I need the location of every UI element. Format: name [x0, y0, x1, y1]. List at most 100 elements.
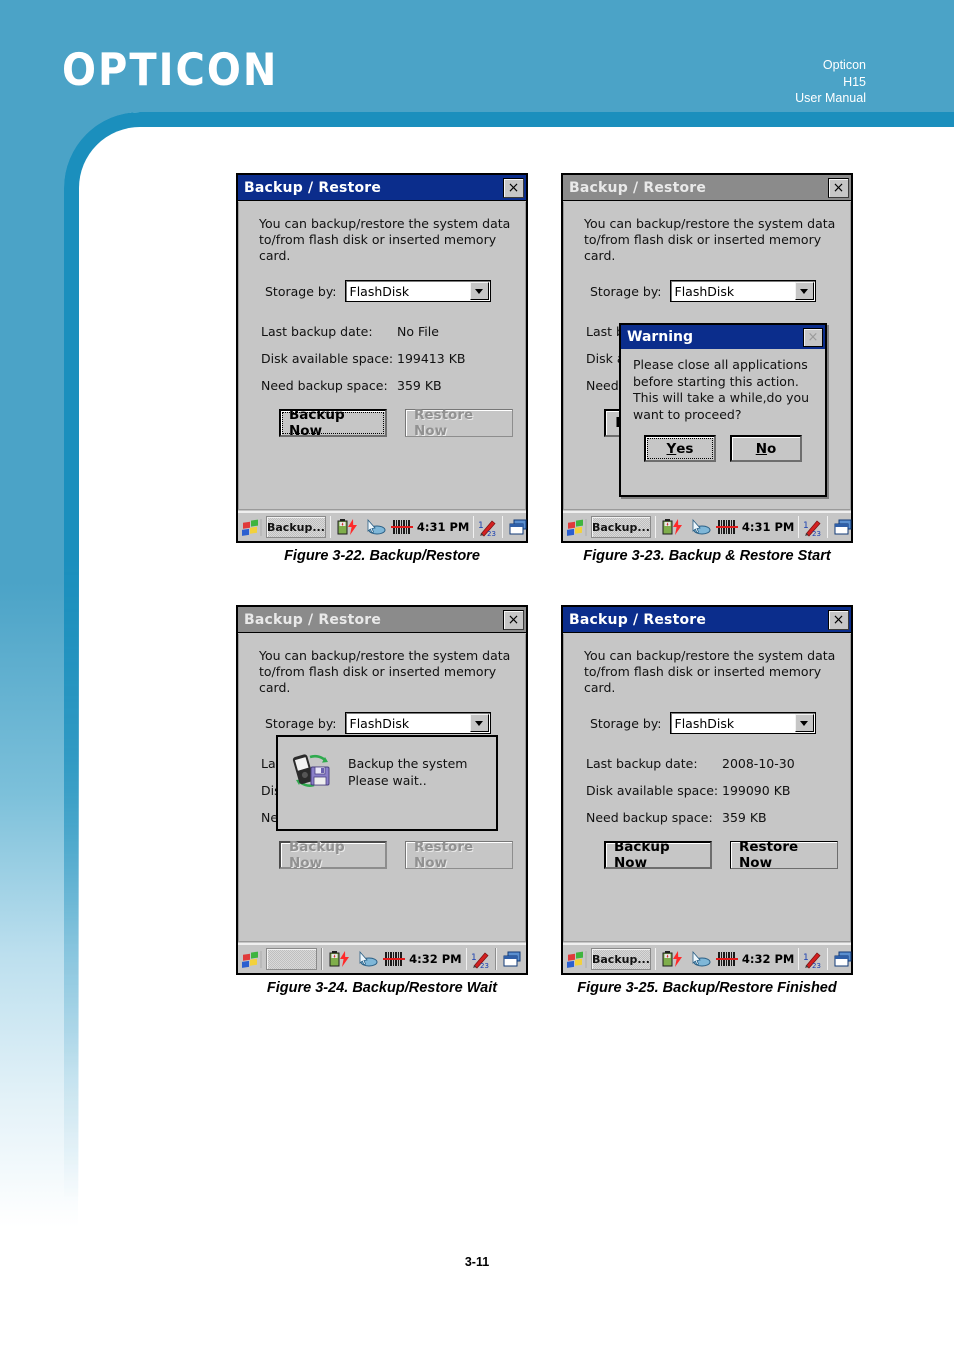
close-icon[interactable]: ×: [828, 609, 849, 630]
battery-charging-icon[interactable]: [660, 518, 686, 536]
taskbar-app-button[interactable]: Backup...: [591, 948, 651, 970]
barcode-scanner-icon[interactable]: [390, 518, 413, 536]
close-icon[interactable]: ×: [803, 327, 823, 347]
window-title: Backup / Restore: [244, 611, 382, 628]
taskbar-divider-2: [465, 948, 468, 970]
chevron-down-icon[interactable]: [794, 714, 814, 732]
windows-ce-start-icon[interactable]: [566, 950, 587, 969]
action-buttons: Backup Now Restore Now: [279, 839, 513, 871]
window-titlebar: Backup / Restore ×: [563, 175, 851, 201]
figure-3-23: Backup / Restore × You can backup/restor…: [562, 174, 852, 564]
window-stack-icon[interactable]: [832, 518, 854, 536]
taskbar-divider: [321, 948, 324, 970]
need-space-row: Need backup space: 359 KB: [586, 810, 838, 825]
taskbar: 4:32 PM 1 23: [238, 943, 526, 973]
header-doc-type: User Manual: [795, 91, 866, 105]
taskbar-app-button[interactable]: [266, 948, 318, 970]
storage-select-value: FlashDisk: [349, 283, 410, 299]
chevron-down-icon[interactable]: [794, 282, 814, 300]
restore-now-button[interactable]: Restore Now: [730, 839, 838, 871]
warning-titlebar: Warning ×: [621, 325, 825, 349]
pointer-device-icon[interactable]: [357, 950, 379, 968]
taskbar-divider-3: [827, 516, 829, 538]
window-description: You can backup/restore the system data t…: [259, 216, 511, 263]
pointer-device-icon[interactable]: [690, 950, 712, 968]
storage-by-label: Storage by:: [265, 715, 337, 731]
backup-now-button: Backup Now: [279, 839, 387, 871]
window-body: You can backup/restore the system data t…: [238, 202, 526, 510]
taskbar-divider-3: [827, 948, 829, 970]
taskbar-divider-2: [798, 516, 800, 538]
battery-charging-icon[interactable]: [335, 518, 361, 536]
device-sync-icon: [290, 751, 334, 795]
figure-3-22: Backup / Restore × You can backup/restor…: [237, 174, 527, 564]
window-stack-icon[interactable]: [832, 950, 854, 968]
input-panel-pen-icon[interactable]: 1 23: [803, 950, 823, 969]
windows-ce-start-icon[interactable]: [566, 518, 587, 537]
barcode-scanner-icon[interactable]: [715, 518, 738, 536]
barcode-scanner-icon[interactable]: [715, 950, 738, 968]
taskbar-app-button[interactable]: Backup...: [591, 516, 651, 538]
storage-by-row: Storage by: FlashDisk: [590, 280, 838, 302]
chevron-down-icon[interactable]: [469, 714, 489, 732]
wait-message: Backup the system Please wait..: [348, 755, 467, 789]
battery-charging-icon[interactable]: [660, 950, 686, 968]
input-panel-pen-icon[interactable]: 1 23: [803, 518, 823, 537]
taskbar-app-button[interactable]: Backup...: [266, 516, 326, 538]
backup-now-button[interactable]: Backup Now: [604, 839, 712, 871]
no-button[interactable]: No: [730, 435, 802, 462]
need-space-row: Need backup space: 359 KB: [261, 378, 513, 393]
storage-select[interactable]: FlashDisk: [344, 712, 491, 734]
taskbar-clock: 4:31 PM: [741, 520, 795, 534]
warning-buttons: Yes No: [621, 435, 825, 462]
barcode-scanner-icon[interactable]: [383, 950, 406, 968]
pointer-device-icon[interactable]: [365, 518, 387, 536]
close-icon[interactable]: ×: [828, 177, 849, 198]
battery-charging-icon[interactable]: [327, 950, 353, 968]
opticon-logo: OPTICON: [62, 44, 279, 97]
storage-select-value: FlashDisk: [674, 283, 735, 299]
warning-title: Warning: [627, 329, 694, 345]
backup-restore-window: Backup / Restore × You can backup/restor…: [562, 174, 852, 542]
figure-caption: Figure 3-22. Backup/Restore: [284, 548, 480, 564]
window-description: You can backup/restore the system data t…: [584, 648, 836, 695]
window-title: Backup / Restore: [569, 179, 707, 196]
taskbar: Backup...: [238, 511, 529, 541]
input-panel-pen-icon[interactable]: 1 23: [478, 518, 498, 537]
window-stack-icon[interactable]: [507, 518, 529, 536]
yes-button[interactable]: Yes: [644, 435, 716, 462]
header-brand: Opticon: [822, 58, 866, 72]
wait-line-1: Backup the system: [348, 756, 468, 771]
taskbar: Backup...: [563, 943, 854, 973]
taskbar-clock: 4:31 PM: [416, 520, 470, 534]
backup-now-button[interactable]: Backup Now: [279, 407, 387, 439]
window-description: You can backup/restore the system data t…: [584, 216, 836, 263]
windows-ce-start-icon[interactable]: [241, 950, 262, 969]
no-button-label: N: [755, 440, 768, 457]
close-icon[interactable]: ×: [503, 609, 524, 630]
windows-ce-start-icon[interactable]: [241, 518, 262, 537]
window-titlebar: Backup / Restore ×: [563, 607, 851, 633]
svg-text:1: 1: [471, 953, 477, 963]
taskbar-divider-2: [798, 948, 800, 970]
backup-restore-window: Backup / Restore × You can backup/restor…: [562, 606, 852, 974]
last-backup-label: Last backup date:: [261, 324, 373, 339]
need-space-value: 359 KB: [397, 378, 442, 393]
yes-button-label: Y: [666, 440, 677, 457]
need-space-label: Need backup space:: [586, 810, 713, 825]
page-number: 3-11: [464, 1255, 490, 1269]
input-panel-pen-icon[interactable]: 1 23: [471, 950, 491, 969]
svg-text:23: 23: [487, 530, 496, 537]
restore-now-button: Restore Now: [405, 839, 513, 871]
storage-select[interactable]: FlashDisk: [669, 712, 816, 734]
figure-caption: Figure 3-25. Backup/Restore Finished: [577, 980, 837, 996]
window-stack-icon[interactable]: [501, 950, 523, 968]
storage-select[interactable]: FlashDisk: [669, 280, 816, 302]
pointer-device-icon[interactable]: [690, 518, 712, 536]
chevron-down-icon[interactable]: [469, 282, 489, 300]
storage-by-row: Storage by: FlashDisk: [590, 712, 838, 734]
svg-text:23: 23: [812, 962, 821, 969]
storage-select[interactable]: FlashDisk: [344, 280, 491, 302]
close-icon[interactable]: ×: [503, 177, 524, 198]
disk-space-label: Disk available space:: [586, 783, 719, 798]
